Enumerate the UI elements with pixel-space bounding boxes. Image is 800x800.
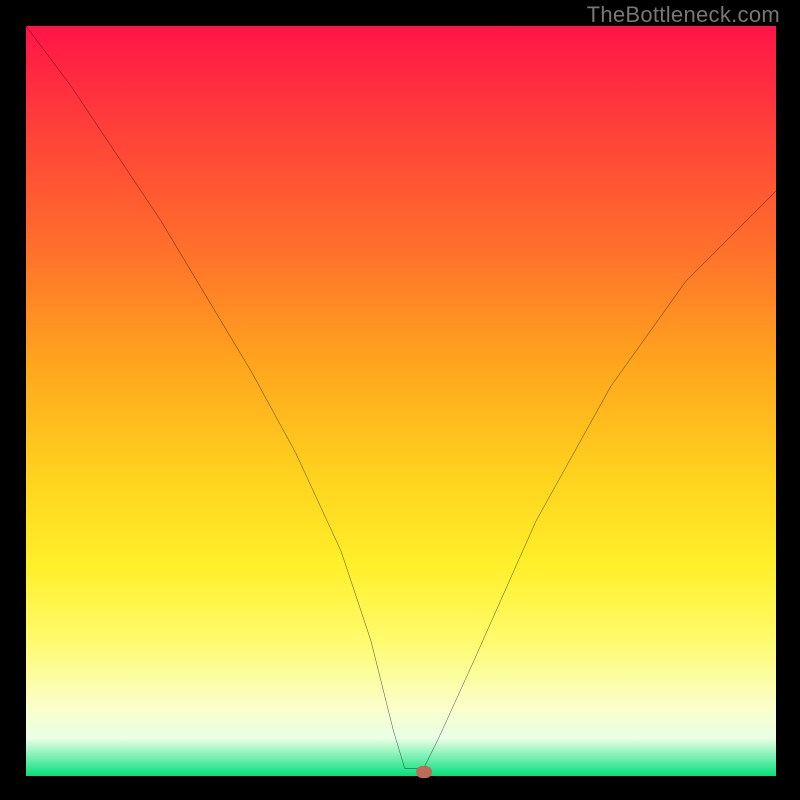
plot-area (26, 26, 776, 776)
minimum-marker (416, 766, 432, 778)
curve-svg (26, 26, 776, 776)
watermark-text: TheBottleneck.com (587, 2, 780, 28)
bottleneck-curve (26, 26, 776, 769)
chart-frame: TheBottleneck.com (0, 0, 800, 800)
